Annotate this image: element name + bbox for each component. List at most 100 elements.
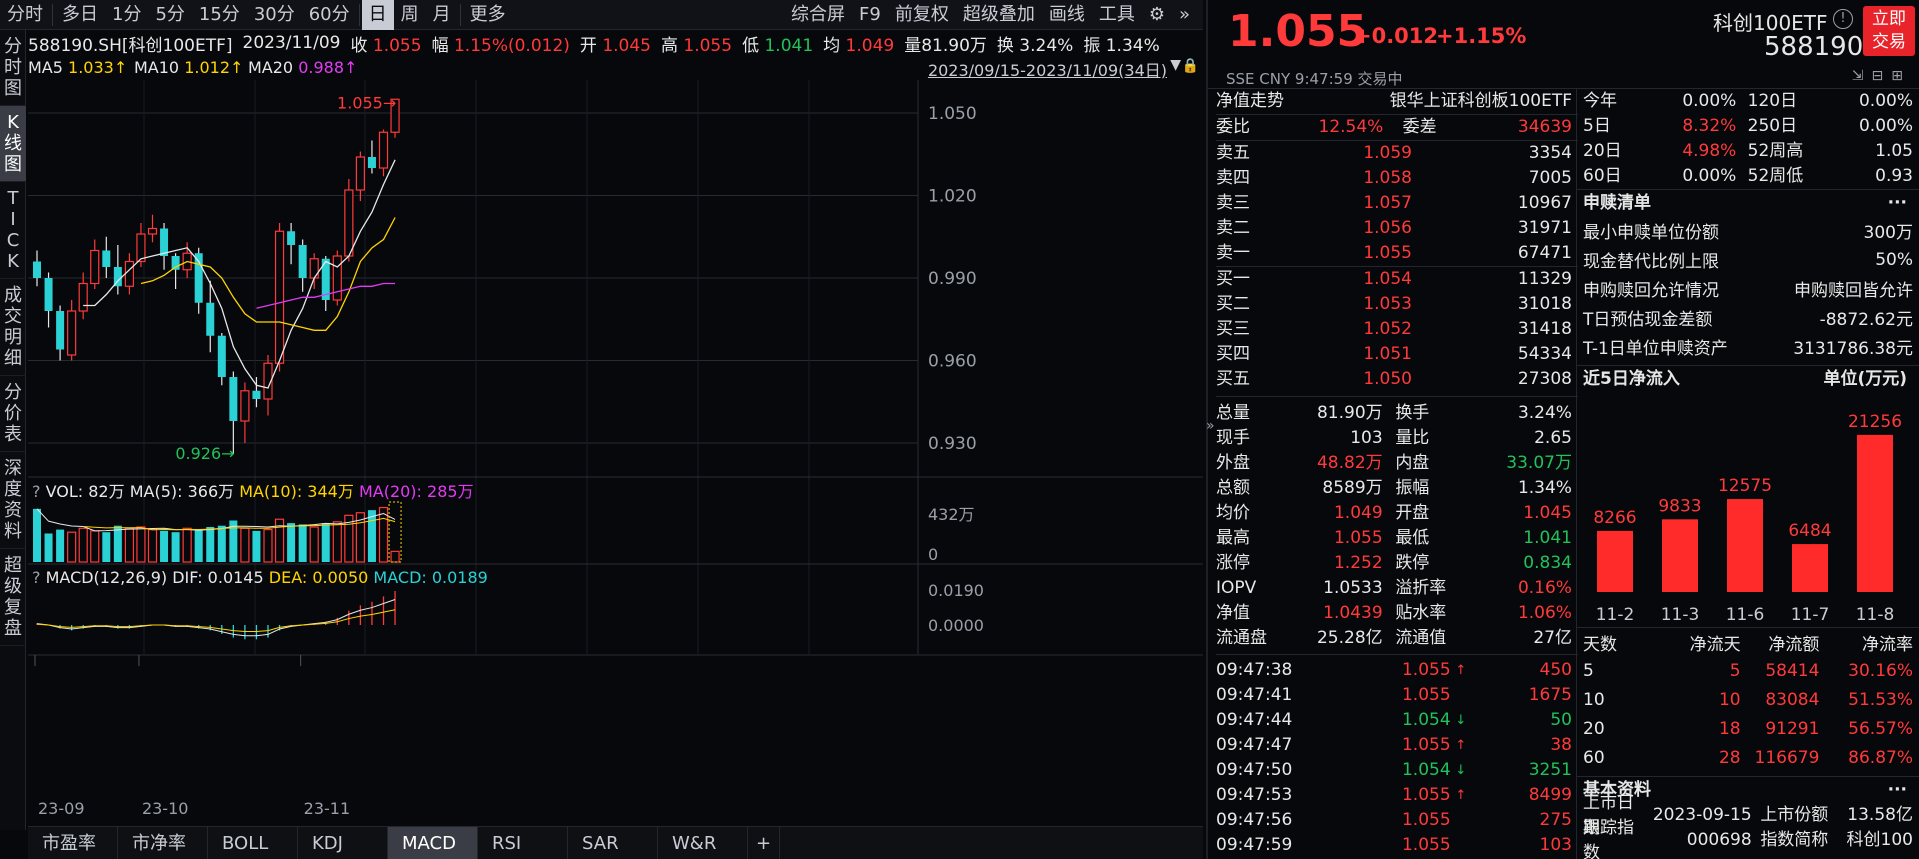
lock-icon[interactable]: 🔒 <box>1182 58 1199 74</box>
period-tab-9[interactable]: 月 <box>426 0 458 30</box>
indicator-tab-6[interactable]: SAR <box>568 827 658 859</box>
toolbar-item-2[interactable]: 前复权 <box>888 0 956 30</box>
chevron-down-icon[interactable]: ▼ <box>1170 57 1181 73</box>
ma10-value: 1.012↑ <box>184 58 244 77</box>
collapse-icon[interactable]: » <box>1206 418 1215 434</box>
bid-level-row[interactable]: 买四 1.051 54334 <box>1216 342 1578 367</box>
stats-row: 涨停 1.252 跌停 0.834 <box>1216 551 1578 576</box>
side-tab-4[interactable]: 分价表 <box>0 376 26 452</box>
side-tab-char: 细 <box>4 348 22 369</box>
basic-info-table: 上市日期 2023-09-15 上市份额 13.58亿 跟踪指数 000698 指数简称 科创… <box>1577 793 1919 859</box>
trade-price: 1.055 <box>1401 660 1451 680</box>
inflow-unit: 单位(万元) <box>1823 369 1907 389</box>
side-tab-2[interactable]: TICK <box>0 182 26 279</box>
expand-icon[interactable]: » <box>1172 0 1197 30</box>
help-icon: ? <box>32 482 41 501</box>
side-tab-5[interactable]: 深度资料 <box>0 452 26 549</box>
redeem-more-button[interactable]: ··· <box>1888 190 1907 216</box>
side-tab-6[interactable]: 超级复盘 <box>0 549 26 646</box>
level-label: 买二 <box>1216 294 1250 314</box>
level-label: 买五 <box>1216 369 1250 389</box>
period-tab-8[interactable]: 周 <box>394 0 426 30</box>
indicator-tab-1[interactable]: 市净率 <box>118 827 208 859</box>
trade-now-button[interactable]: 立即 交易 <box>1863 6 1915 56</box>
toolbar-item-3[interactable]: 超级叠加 <box>956 0 1042 30</box>
perf-value: 8.32% <box>1682 116 1737 136</box>
period-tab-3[interactable]: 5分 <box>148 0 191 30</box>
ask-level-row[interactable]: 卖五 1.059 3354 <box>1216 141 1578 166</box>
stat-label: 涨停 <box>1216 553 1250 573</box>
period-tab-0[interactable]: 分时 <box>0 0 50 30</box>
ask-level-row[interactable]: 卖二 1.056 31971 <box>1216 216 1578 241</box>
tick-trades-list[interactable]: 09:47:38 1.055 ↑ 450 09:47:41 1.055 1675 09:47:… <box>1216 658 1578 858</box>
basic-more-button[interactable]: ··· <box>1888 777 1907 803</box>
flow-cell: 30.16% <box>1848 660 1913 681</box>
date-range-selector[interactable]: 2023/09/15-2023/11/09(34日) <box>928 57 1167 81</box>
performance-row: 60日 0.00% 52周低 0.93 <box>1583 164 1913 189</box>
low-value: 1.041 <box>764 35 814 56</box>
side-tab-3[interactable]: 成交明细 <box>0 279 26 376</box>
level-label: 卖二 <box>1216 218 1250 238</box>
period-tab-4[interactable]: 15分 <box>192 0 247 30</box>
period-tab-7[interactable]: 日 <box>361 0 394 30</box>
flow-cell: 56.57% <box>1848 718 1913 739</box>
side-tab-0[interactable]: 分时图 <box>0 30 26 106</box>
flow-header-cell: 净流额 <box>1768 634 1820 655</box>
indicator-tab-2[interactable]: BOLL <box>208 827 298 859</box>
candle-body <box>56 311 65 350</box>
toolbar-item-0[interactable]: 综合屏 <box>784 0 852 30</box>
side-tab-bar: 分时图K线图TICK成交明细分价表深度资料超级复盘 <box>0 30 26 830</box>
toolbar-item-5[interactable]: 工具 <box>1092 0 1142 30</box>
candle-body <box>378 131 389 169</box>
redeem-value: 50% <box>1875 249 1913 270</box>
toolbar-item-1[interactable]: F9 <box>852 0 888 30</box>
ask-level-row[interactable]: 卖三 1.057 10967 <box>1216 191 1578 216</box>
period-tab-10[interactable]: 更多 <box>463 0 513 30</box>
candle-body <box>217 335 226 377</box>
flow-table-row: 5 5 58414 30.16% <box>1583 656 1913 685</box>
zhen-field: 振 1.34% <box>1083 31 1159 56</box>
nav-title[interactable]: 净值走势 <box>1216 89 1284 114</box>
info-icon[interactable]: ! <box>1833 9 1853 29</box>
indicator-tab-5[interactable]: RSI <box>478 827 568 859</box>
ask-level-row[interactable]: 卖一 1.055 67471 <box>1216 241 1578 266</box>
high-value: 1.055 <box>683 35 733 56</box>
ma5-legend: MA5 1.033↑ <box>28 58 127 77</box>
date-label: 23-10 <box>142 799 189 818</box>
performance-table: 今年 0.00% 120日 0.00% 5日 8.32% 250日 0.00% 20日 4.98%… <box>1577 89 1919 189</box>
tick-trade-row: 09:47:47 1.055 ↑ 38 <box>1216 733 1578 758</box>
stats-row: 流通盘 25.28亿 流通值 27亿 <box>1216 626 1578 651</box>
period-tab-6[interactable]: 60分 <box>302 0 357 30</box>
stat-label: 流通盘 <box>1216 628 1267 648</box>
perf-value: 0.93 <box>1875 166 1913 186</box>
bid-level-row[interactable]: 买五 1.050 27308 <box>1216 367 1578 392</box>
ask-level-row[interactable]: 卖四 1.058 7005 <box>1216 166 1578 191</box>
indicator-tab-7[interactable]: W&R <box>658 827 748 859</box>
bid-level-row[interactable]: 买一 1.054 11329 <box>1216 267 1578 292</box>
redeem-title: 申赎清单 <box>1583 193 1651 213</box>
indicator-tab-0[interactable]: 市盈率 <box>28 827 118 859</box>
low-field: 低 1.041 <box>742 31 813 56</box>
level-volume: 31018 <box>1517 294 1572 314</box>
trade-time: 09:47:59 <box>1216 835 1293 855</box>
period-tab-5[interactable]: 30分 <box>247 0 302 30</box>
panel-tool-icons[interactable]: ⇲⊟⊞ <box>1852 68 1911 84</box>
redeem-row: 最小申赎单位份额 300万 <box>1583 216 1913 245</box>
gear-icon[interactable]: ⚙ <box>1142 0 1172 30</box>
bid-level-row[interactable]: 买二 1.053 31018 <box>1216 292 1578 317</box>
indicator-tab-4[interactable]: MACD <box>388 827 478 859</box>
macd-dea: DEA: 0.0050 <box>269 568 369 587</box>
flow-table-row: 20 18 91291 56.57% <box>1583 714 1913 743</box>
kline-chart-canvas[interactable]: 1.0501.0200.9900.9600.9301.055→0.926→? V… <box>28 80 1203 826</box>
toolbar-separator <box>52 3 53 26</box>
period-tab-1[interactable]: 多日 <box>55 0 105 30</box>
ma5-label: MA5 <box>28 58 63 77</box>
side-tab-1[interactable]: K线图 <box>0 106 26 182</box>
weibi-row: 委比 12.54% 委差 34639 <box>1216 115 1578 140</box>
volume-bar <box>390 550 400 563</box>
period-tab-2[interactable]: 1分 <box>105 0 148 30</box>
add-indicator-button[interactable]: + <box>748 827 781 859</box>
indicator-tab-3[interactable]: KDJ <box>298 827 388 859</box>
toolbar-item-4[interactable]: 画线 <box>1042 0 1092 30</box>
bid-level-row[interactable]: 买三 1.052 31418 <box>1216 317 1578 342</box>
